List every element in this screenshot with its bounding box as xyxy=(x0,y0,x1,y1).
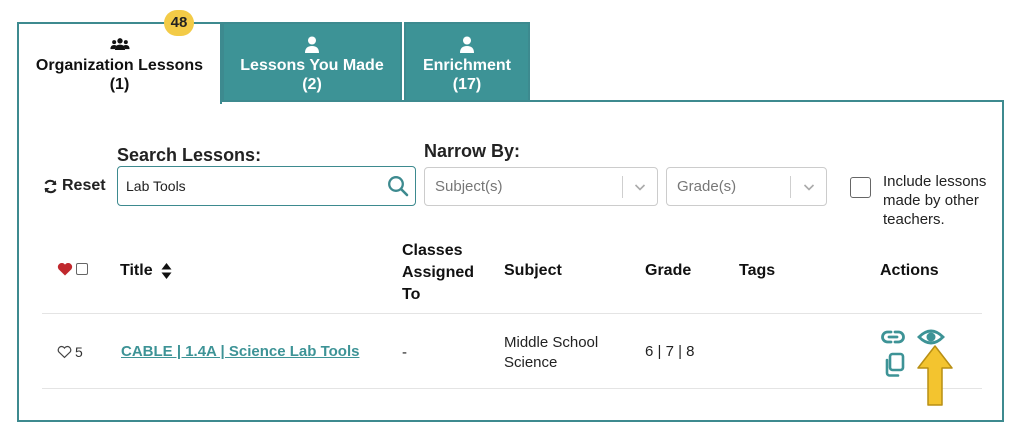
classes-assigned-cell: - xyxy=(402,344,407,361)
title-column-header[interactable]: Title xyxy=(120,262,172,280)
grade-select[interactable]: Grade(s) xyxy=(666,167,827,206)
grade-column-header: Grade xyxy=(645,262,692,279)
tab-label: Enrichment xyxy=(422,57,511,74)
tab-count: (17) xyxy=(452,76,482,93)
subject-select[interactable]: Subject(s) xyxy=(424,167,658,206)
include-others-label: Include lessons made by other teachers. xyxy=(883,173,987,228)
subject-placeholder: Subject(s) xyxy=(435,178,503,195)
copy-icon[interactable] xyxy=(882,352,906,378)
lesson-title-link[interactable]: CABLE | 1.4A | Science Lab Tools xyxy=(121,343,359,360)
title-header-label: Title xyxy=(120,262,153,280)
chevron-down-icon xyxy=(634,184,646,191)
tab-count: (2) xyxy=(302,76,322,93)
sort-icon[interactable] xyxy=(161,262,172,280)
tags-column-header: Tags xyxy=(739,262,776,279)
subject-line: Middle School xyxy=(504,334,599,351)
actions-column-header: Actions xyxy=(880,262,939,279)
search-icon[interactable] xyxy=(387,175,409,197)
favorites-header xyxy=(57,262,88,276)
heart-icon xyxy=(57,262,73,276)
link-icon[interactable] xyxy=(881,328,905,346)
reset-label: Reset xyxy=(62,177,106,194)
like-toggle[interactable]: 5 xyxy=(57,344,83,360)
chevron-down-icon xyxy=(803,184,815,191)
header-line: Classes xyxy=(402,242,463,259)
select-divider xyxy=(622,176,623,198)
like-count: 5 xyxy=(75,344,83,360)
subject-column-header: Subject xyxy=(504,262,562,279)
tab-organization-lessons[interactable]: Organization Lessons (1) xyxy=(17,22,222,104)
subject-cell: Middle School Science xyxy=(504,333,598,373)
search-field[interactable] xyxy=(117,166,416,206)
reset-button[interactable]: Reset xyxy=(43,177,106,195)
heart-outline-icon xyxy=(57,345,72,359)
arrow-up-icon xyxy=(917,345,953,406)
classes-column-header: Classes Assigned To xyxy=(402,240,474,306)
include-others-option[interactable]: Include lessons made by other teachers. xyxy=(850,172,1008,229)
user-icon xyxy=(305,36,319,53)
select-all-checkbox[interactable] xyxy=(76,263,88,275)
narrow-by-label: Narrow By: xyxy=(424,141,521,161)
row-divider xyxy=(42,313,982,314)
select-divider xyxy=(790,176,791,198)
include-others-checkbox[interactable] xyxy=(850,177,871,198)
tab-lessons-you-made[interactable]: Lessons You Made (2) xyxy=(222,22,402,102)
subject-line: Science xyxy=(504,354,558,371)
header-line: To xyxy=(402,286,421,303)
tab-enrichment[interactable]: Enrichment (17) xyxy=(404,22,530,102)
users-icon xyxy=(109,38,130,50)
search-input[interactable] xyxy=(126,176,376,196)
grade-cell: 6 | 7 | 8 xyxy=(645,343,695,360)
tab-count: (1) xyxy=(109,76,130,93)
tab-label: Organization Lessons xyxy=(35,57,204,74)
lesson-count-badge: 48 xyxy=(164,10,194,36)
refresh-icon xyxy=(44,179,57,193)
grade-placeholder: Grade(s) xyxy=(677,178,737,195)
header-line: Assigned xyxy=(402,264,475,281)
search-label: Search Lessons: xyxy=(117,145,262,165)
row-divider xyxy=(42,388,982,389)
tab-label: Lessons You Made xyxy=(240,57,384,74)
user-icon xyxy=(460,36,474,53)
